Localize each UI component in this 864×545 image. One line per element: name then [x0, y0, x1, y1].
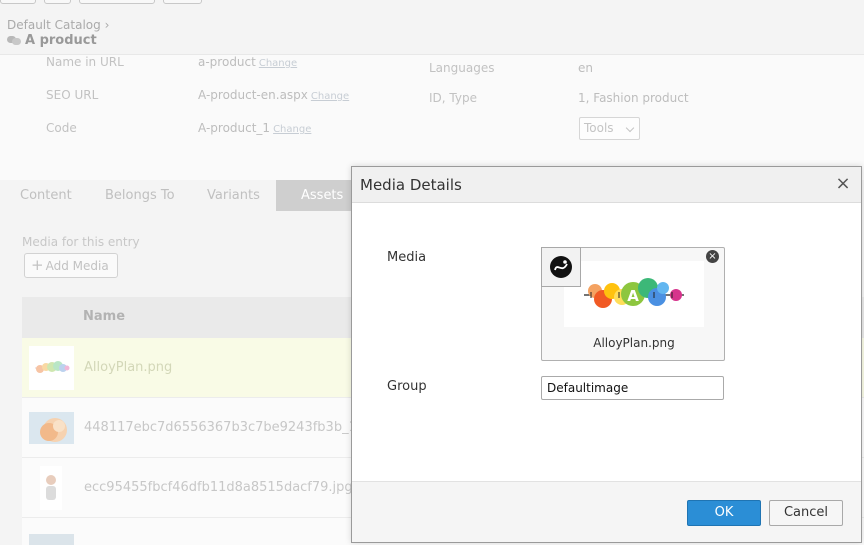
media-section-label: Media for this entry [22, 235, 140, 249]
media-details-dialog: Media Details × Media A AlloyPlan.png × … [351, 166, 862, 543]
file-name[interactable]: AlloyPlan.png [84, 360, 172, 375]
cancel-button[interactable]: Cancel [769, 500, 843, 526]
seo-url-value: A-product-en.aspx Change [198, 88, 349, 102]
media-label: Media [387, 250, 427, 265]
toolbar-button[interactable] [79, 0, 155, 4]
add-media-button[interactable]: + Add Media [24, 253, 118, 278]
svg-text:A: A [627, 287, 639, 305]
alloy-logo-thumbnail [35, 361, 70, 373]
thumbnail-image [40, 466, 62, 510]
dialog-header: Media Details × [352, 167, 861, 203]
change-name-in-url-link[interactable]: Change [259, 58, 297, 69]
group-input[interactable] [541, 376, 724, 400]
toolbar-button[interactable] [163, 0, 202, 4]
change-seo-url-link[interactable]: Change [311, 91, 349, 102]
alloy-logo-image: A [584, 278, 684, 308]
languages-label: Languages [429, 61, 495, 75]
add-media-label: Add Media [45, 259, 109, 273]
chat-bubble-icon [7, 35, 21, 46]
image-type-icon [550, 256, 572, 278]
media-thumbnail: A [564, 261, 704, 327]
breadcrumb[interactable]: Default Catalog › [7, 18, 109, 32]
breadcrumb-catalog[interactable]: Default Catalog [7, 18, 101, 32]
flower-photo-thumbnail [29, 412, 74, 444]
code-text: A-product_1 [198, 121, 271, 135]
page-title-text: A product [25, 33, 97, 48]
thumbnail-image [29, 534, 74, 545]
close-icon[interactable]: × [835, 175, 851, 193]
tools-dropdown[interactable]: Tools [579, 117, 640, 140]
id-type-value: 1, Fashion product [578, 91, 689, 105]
page-title: A product [7, 33, 97, 48]
seo-url-label: SEO URL [46, 88, 99, 102]
remove-media-icon[interactable]: × [706, 250, 719, 263]
thumbnail-image [29, 346, 74, 390]
media-type-icon [541, 247, 581, 287]
media-file-name: AlloyPlan.png [593, 336, 675, 350]
code-label: Code [46, 121, 77, 135]
toolbar-button[interactable] [0, 0, 36, 4]
dialog-footer: OK Cancel [352, 481, 861, 542]
name-in-url-label: Name in URL [46, 55, 124, 69]
column-header-name[interactable]: Name [83, 309, 125, 324]
change-code-link[interactable]: Change [273, 124, 311, 135]
ok-button[interactable]: OK [687, 500, 761, 526]
dialog-title: Media Details [360, 176, 462, 194]
tab-belongs-to[interactable]: Belongs To [105, 180, 175, 211]
id-type-label: ID, Type [429, 91, 477, 105]
tab-variants[interactable]: Variants [207, 180, 260, 211]
plus-icon: + [31, 256, 44, 274]
code-value: A-product_1 Change [198, 121, 311, 135]
tools-dropdown-label: Tools [584, 121, 614, 135]
chevron-down-icon [625, 123, 635, 133]
chevron-right-icon: › [104, 18, 110, 32]
group-label: Group [387, 379, 427, 394]
name-in-url-text: a-product [198, 55, 256, 69]
person-photo-thumbnail [46, 475, 56, 500]
entry-info-panel: Name in URL a-product Change SEO URL A-pr… [0, 54, 864, 180]
seo-url-text: A-product-en.aspx [198, 88, 308, 102]
file-name[interactable]: ecc95455fbcf46dfb11d8a8515dacf79.jpg [84, 480, 353, 495]
file-name[interactable]: 448117ebc7d6556367b3c7be9243fb3b_1.jpg [84, 420, 381, 435]
toolbar-button[interactable] [44, 0, 71, 4]
tab-content[interactable]: Content [20, 180, 72, 211]
media-preview[interactable]: A AlloyPlan.png × [541, 247, 725, 361]
thumbnail-image [29, 412, 74, 444]
name-in-url-value: a-product Change [198, 55, 297, 69]
languages-value: en [578, 61, 593, 75]
